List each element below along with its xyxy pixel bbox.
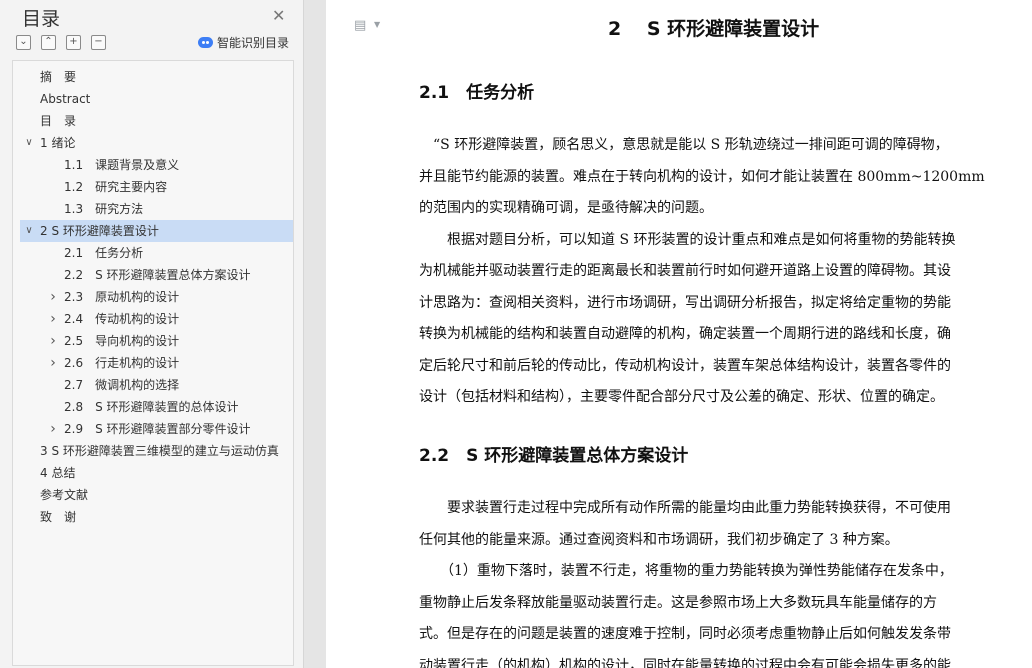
collapse-all-button[interactable]: ⌃ bbox=[41, 35, 56, 50]
toc-item[interactable]: 参考文献 bbox=[20, 484, 293, 506]
chevron-right-icon[interactable]: › bbox=[48, 308, 58, 330]
toc-item-label: 参考文献 bbox=[40, 488, 89, 502]
paragraph-line: 任何其他的能量来源。通过查阅资料和市场调研，我们初步确定了 3 种方案。 bbox=[419, 532, 899, 548]
document-icon[interactable]: ▤ bbox=[354, 18, 366, 33]
remove-toc-item-button[interactable]: − bbox=[91, 35, 106, 50]
toc-item-label: 摘 要 bbox=[40, 70, 77, 84]
section-heading: 2.1 任务分析 bbox=[419, 83, 535, 103]
toc-item-label: 2 S 环形避障装置设计 bbox=[40, 224, 159, 238]
toc-item-label: 2.5 导向机构的设计 bbox=[64, 334, 180, 348]
paragraph-line: 并且能节约能源的装置。难点在于转向机构的设计，如何才能让装置在 800mm~12… bbox=[419, 169, 985, 185]
paragraph-line: 动装置行走（的机构）机构的设计，同时在能量转换的过程中会有可能会损失更多的能 bbox=[419, 658, 951, 668]
toc-item-label: 2.2 S 环形避障装置总体方案设计 bbox=[64, 268, 251, 282]
toc-item-label: 2.9 S 环形避障装置部分零件设计 bbox=[64, 422, 251, 436]
paragraph-line: 式。但是存在的问题是装置的速度难于控制，同时必须考虑重物静止后如何触发发条带 bbox=[419, 626, 951, 642]
toc-item-label: 致 谢 bbox=[40, 510, 77, 524]
toc-item-label: 1.3 研究方法 bbox=[64, 202, 144, 216]
toc-item-label: 2.4 传动机构的设计 bbox=[64, 312, 180, 326]
toc-item[interactable]: 2.8 S 环形避障装置的总体设计 bbox=[20, 396, 293, 418]
toc-item[interactable]: 1.1 课题背景及意义 bbox=[20, 154, 293, 176]
toc-item[interactable]: 1.2 研究主要内容 bbox=[20, 176, 293, 198]
chapter-title: 2 S 环形避障装置设计 bbox=[608, 18, 820, 40]
close-icon[interactable]: ✕ bbox=[272, 6, 285, 25]
toc-item-label: 2.6 行走机构的设计 bbox=[64, 356, 180, 370]
chevron-right-icon[interactable]: › bbox=[48, 286, 58, 308]
toc-item-label: 2.1 任务分析 bbox=[64, 246, 144, 260]
toc-item[interactable]: › 2.6 行走机构的设计 bbox=[20, 352, 293, 374]
paragraph-line: “S 环形避障装置，顾名思义，意思就是能以 S 形轨迹绕过一排间距可调的障碍物， bbox=[419, 137, 949, 153]
chevron-down-icon[interactable]: ▼ bbox=[374, 20, 380, 29]
toc-item[interactable]: › 2.9 S 环形避障装置部分零件设计 bbox=[20, 418, 293, 440]
toc-item[interactable]: 1.3 研究方法 bbox=[20, 198, 293, 220]
paragraph-line: （1）重物下落时，装置不行走，将重物的重力势能转换为弹性势能储存在发条中， bbox=[419, 563, 953, 579]
paragraph-line: 计思路为：查阅相关资料，进行市场调研，写出调研分析报告，拟定将给定重物的势能 bbox=[419, 295, 951, 311]
toc-item[interactable]: 摘 要 bbox=[20, 66, 293, 88]
toc-item[interactable]: 2.1 任务分析 bbox=[20, 242, 293, 264]
toc-toolbar: ⌄ ⌃ + − bbox=[16, 35, 106, 50]
paragraph-line: 为机械能并驱动装置行走的距离最长和装置前行时如何避开道路上设置的障碍物。其设 bbox=[419, 263, 951, 279]
chevron-down-icon[interactable]: ∨ bbox=[24, 132, 34, 154]
paragraph-line: 要求装置行走过程中完成所有动作所需的能量均由此重力势能转换获得，不可使用 bbox=[419, 500, 951, 516]
smart-toc-button[interactable]: 智能识别目录 bbox=[198, 34, 289, 51]
toc-sidebar: 目录 ✕ ⌄ ⌃ + − 智能识别目录 摘 要 Abstract 目 录 ∨ 1 绪论 1… bbox=[0, 0, 304, 668]
toc-item[interactable]: ∨ 2 S 环形避障装置设计 bbox=[20, 220, 293, 242]
panel-divider[interactable] bbox=[304, 0, 326, 668]
toc-item[interactable]: 目 录 bbox=[20, 110, 293, 132]
chevron-down-icon[interactable]: ∨ bbox=[24, 220, 34, 242]
toc-item[interactable]: 致 谢 bbox=[20, 506, 293, 528]
toc-item-label: 1.2 研究主要内容 bbox=[64, 180, 168, 194]
toc-item-label: 1.1 课题背景及意义 bbox=[64, 158, 180, 172]
toc-item[interactable]: Abstract bbox=[20, 88, 293, 110]
expand-all-button[interactable]: ⌄ bbox=[16, 35, 31, 50]
smart-toc-label: 智能识别目录 bbox=[217, 36, 290, 50]
toc-item[interactable]: 2.2 S 环形避障装置总体方案设计 bbox=[20, 264, 293, 286]
chevron-right-icon[interactable]: › bbox=[48, 330, 58, 352]
paragraph-line: 定后轮尺寸和前后轮的传动比，传动机构设计，装置车架总体结构设计，装置各零件的 bbox=[419, 358, 951, 374]
section-heading: 2.2 S 环形避障装置总体方案设计 bbox=[419, 446, 689, 466]
toc-item[interactable]: › 2.5 导向机构的设计 bbox=[20, 330, 293, 352]
toc-item-label: 1 绪论 bbox=[40, 136, 76, 150]
toc-item[interactable]: › 2.3 原动机构的设计 bbox=[20, 286, 293, 308]
toc-list: 摘 要 Abstract 目 录 ∨ 1 绪论 1.1 课题背景及意义 1.2 研究主要内容… bbox=[12, 60, 294, 666]
chevron-right-icon[interactable]: › bbox=[48, 352, 58, 374]
toc-item-label: 目 录 bbox=[40, 114, 77, 128]
chevron-right-icon[interactable]: › bbox=[48, 418, 58, 440]
sidebar-title: 目录 bbox=[22, 8, 61, 30]
toc-item[interactable]: › 2.4 传动机构的设计 bbox=[20, 308, 293, 330]
toc-item-label: Abstract bbox=[40, 92, 91, 106]
toc-item[interactable]: 3 S 环形避障装置三维模型的建立与运动仿真 bbox=[20, 440, 293, 462]
paragraph-line: 的范围内的实现精确可调，是亟待解决的问题。 bbox=[419, 200, 713, 216]
paragraph-line: 根据对题目分析，可以知道 S 环形装置的设计重点和难点是如何将重物的势能转换 bbox=[419, 232, 956, 248]
toc-item[interactable]: ∨ 1 绪论 bbox=[20, 132, 293, 154]
paragraph-line: 转换为机械能的结构和装置自动避障的机构，确定装置一个周期行进的路线和长度，确 bbox=[419, 326, 951, 342]
toc-item[interactable]: 2.7 微调机构的选择 bbox=[20, 374, 293, 396]
ai-bot-icon bbox=[198, 37, 213, 48]
add-toc-item-button[interactable]: + bbox=[66, 35, 81, 50]
toc-item[interactable]: 4 总结 bbox=[20, 462, 293, 484]
paragraph-line: 设计（包括材料和结构），主要零件配合部分尺寸及公差的确定、形状、位置的确定。 bbox=[419, 389, 944, 405]
toc-item-label: 4 总结 bbox=[40, 466, 76, 480]
toc-item-label: 2.3 原动机构的设计 bbox=[64, 290, 180, 304]
document-page: ▤ ▼ 2 S 环形避障装置设计 2.1 任务分析 “S 环形避障装置，顾名思义… bbox=[326, 0, 1032, 668]
toc-item-label: 3 S 环形避障装置三维模型的建立与运动仿真 bbox=[40, 444, 279, 458]
paragraph-line: 重物静止后发条释放能量驱动装置行走。这是参照市场上大多数玩具车能量储存的方 bbox=[419, 595, 937, 611]
toc-item-label: 2.7 微调机构的选择 bbox=[64, 378, 180, 392]
toc-item-label: 2.8 S 环形避障装置的总体设计 bbox=[64, 400, 239, 414]
